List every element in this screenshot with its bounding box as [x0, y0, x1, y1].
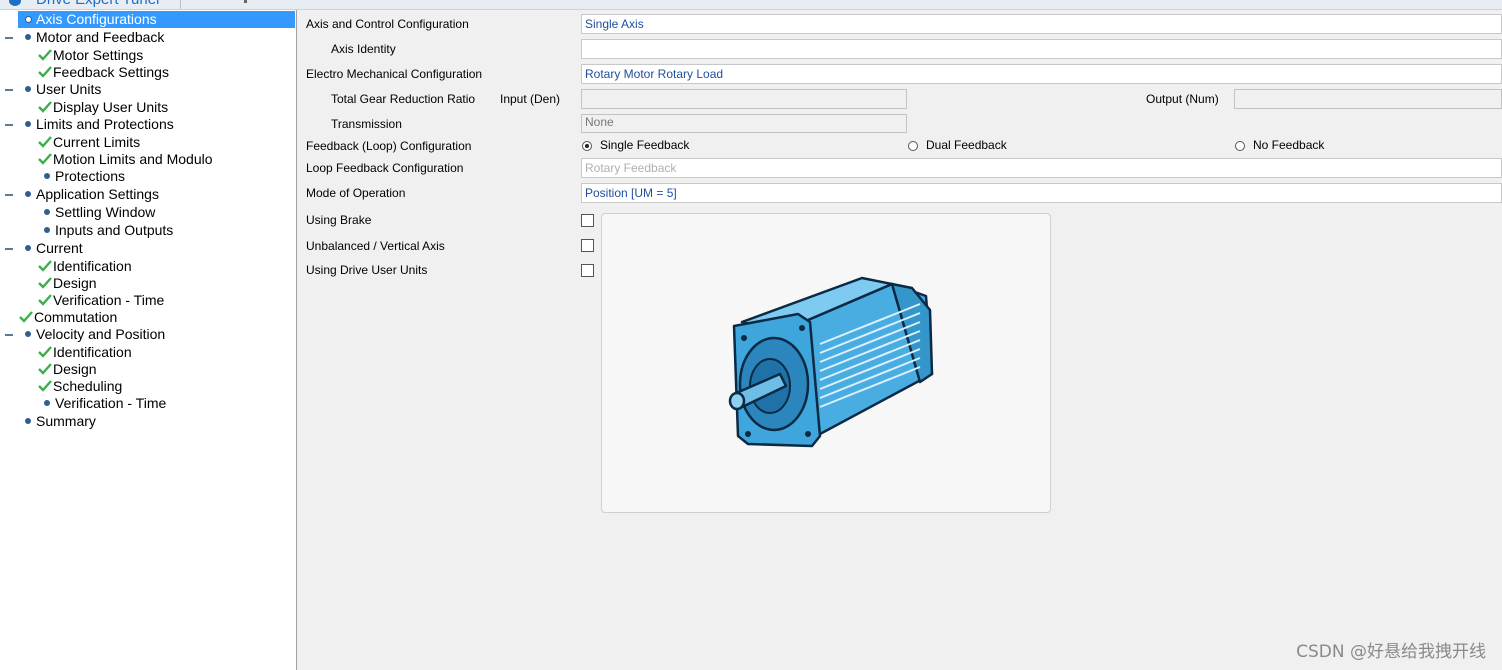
tree-item-axis-configurations[interactable]: Axis Configurations [18, 11, 295, 28]
electro-mechanical-select[interactable]: Rotary Motor Rotary Load [581, 64, 1502, 84]
tree-item-label: User Units [36, 81, 102, 97]
checkmark-icon [38, 380, 52, 392]
dual-feedback-label[interactable]: Dual Feedback [926, 138, 1007, 152]
tree-item-label: Protections [55, 168, 126, 184]
unbalanced-axis-checkbox[interactable] [581, 239, 594, 252]
drive-user-units-checkbox[interactable] [581, 264, 594, 277]
tree-item-label: Motor Settings [53, 47, 144, 63]
tree-item-label: Feedback Settings [53, 64, 169, 80]
tree-item-label: Design [53, 275, 97, 291]
radio-single-feedback[interactable] [582, 141, 592, 151]
using-brake-checkbox[interactable] [581, 214, 594, 227]
tree-item-label: Motion Limits and Modulo [53, 151, 213, 167]
bullet-icon [25, 245, 31, 251]
tree-item-label: Current [36, 240, 83, 256]
checkmark-icon [38, 346, 52, 358]
bullet-icon [25, 191, 31, 197]
radio-dual-feedback[interactable] [908, 141, 918, 151]
bullet-icon [25, 34, 31, 40]
collapse-icon[interactable] [5, 194, 13, 196]
title-bar: Drive Expert Tuner [0, 0, 1502, 10]
single-feedback-label[interactable]: Single Feedback [600, 138, 689, 152]
bullet-icon [25, 16, 32, 23]
checkmark-icon [38, 49, 52, 61]
collapse-icon[interactable] [5, 89, 13, 91]
input-den-field[interactable] [581, 89, 907, 109]
bullet-icon [25, 418, 31, 424]
axis-control-label: Axis and Control Configuration [306, 17, 469, 31]
gear-ratio-label: Total Gear Reduction Ratio [331, 92, 476, 106]
checkmark-icon [38, 277, 52, 289]
checkmark-icon [38, 260, 52, 272]
tree-item-label: Limits and Protections [36, 116, 174, 132]
output-num-field[interactable] [1234, 89, 1502, 109]
tree-item-label: Summary [36, 413, 96, 429]
electro-mechanical-label: Electro Mechanical Configuration [306, 67, 483, 81]
collapse-icon[interactable] [5, 334, 13, 336]
using-brake-label: Using Brake [306, 213, 372, 227]
tree-item-label: Axis Configurations [36, 11, 157, 27]
collapse-icon[interactable] [5, 124, 13, 126]
rotary-motor-icon [728, 276, 934, 448]
collapse-icon[interactable] [5, 248, 13, 250]
tree-item-label: Settling Window [55, 204, 156, 220]
tree-item-label: Application Settings [36, 186, 159, 202]
no-feedback-label[interactable]: No Feedback [1253, 138, 1324, 152]
checkmark-icon [38, 66, 52, 78]
tree-item-label: Design [53, 361, 97, 377]
mode-of-operation-label: Mode of Operation [306, 186, 406, 200]
bullet-icon [44, 227, 50, 233]
transmission-select[interactable]: None [581, 114, 907, 133]
tree-item-label: Verification - Time [55, 395, 167, 411]
axis-control-select[interactable]: Single Axis [581, 14, 1502, 34]
bullet-icon [25, 86, 31, 92]
loop-feedback-select[interactable]: Rotary Feedback [581, 158, 1502, 178]
tree-item-label: Current Limits [53, 134, 141, 150]
motor-image-panel [601, 213, 1051, 513]
tree-item-label: Identification [53, 258, 132, 274]
watermark-text: CSDN @好悬给我拽开线 [1296, 642, 1486, 662]
mode-of-operation-select[interactable]: Position [UM = 5] [581, 183, 1502, 203]
checkmark-icon [19, 311, 33, 323]
tab-marker [244, 0, 247, 3]
bullet-icon [44, 209, 50, 215]
unbalanced-axis-label: Unbalanced / Vertical Axis [306, 239, 445, 253]
radio-no-feedback[interactable] [1235, 141, 1245, 151]
tab-separator [180, 0, 181, 9]
output-num-label: Output (Num) [1146, 92, 1219, 106]
bullet-icon [44, 400, 50, 406]
checkmark-icon [38, 363, 52, 375]
app-icon [9, 0, 21, 6]
transmission-label: Transmission [331, 117, 402, 131]
bullet-icon [44, 173, 50, 179]
bullet-icon [25, 121, 31, 127]
window-tab-title[interactable]: Drive Expert Tuner [36, 0, 161, 8]
checkmark-icon [38, 101, 52, 113]
feedback-loop-label: Feedback (Loop) Configuration [306, 139, 472, 153]
drive-user-units-label: Using Drive User Units [306, 263, 428, 277]
checkmark-icon [38, 153, 52, 165]
collapse-icon[interactable] [5, 37, 13, 39]
tree-item-label: Commutation [34, 309, 118, 325]
axis-identity-label: Axis Identity [331, 42, 396, 56]
tree-item-label: Display User Units [53, 99, 169, 115]
checkmark-icon [38, 136, 52, 148]
bullet-icon [25, 331, 31, 337]
tree-item-label: Inputs and Outputs [55, 222, 174, 238]
checkmark-icon [38, 294, 52, 306]
loop-feedback-label: Loop Feedback Configuration [306, 161, 464, 175]
tree-item-label: Motor and Feedback [36, 29, 165, 45]
tree-item-label: Verification - Time [53, 292, 165, 308]
tree-item-label: Velocity and Position [36, 326, 166, 342]
tree-item-label: Scheduling [53, 378, 123, 394]
input-den-label: Input (Den) [500, 92, 561, 106]
navigation-tree[interactable]: Axis Configurations Motor and Feedback M… [0, 10, 297, 670]
axis-identity-field[interactable] [581, 39, 1502, 59]
tree-item-label: Identification [53, 344, 132, 360]
